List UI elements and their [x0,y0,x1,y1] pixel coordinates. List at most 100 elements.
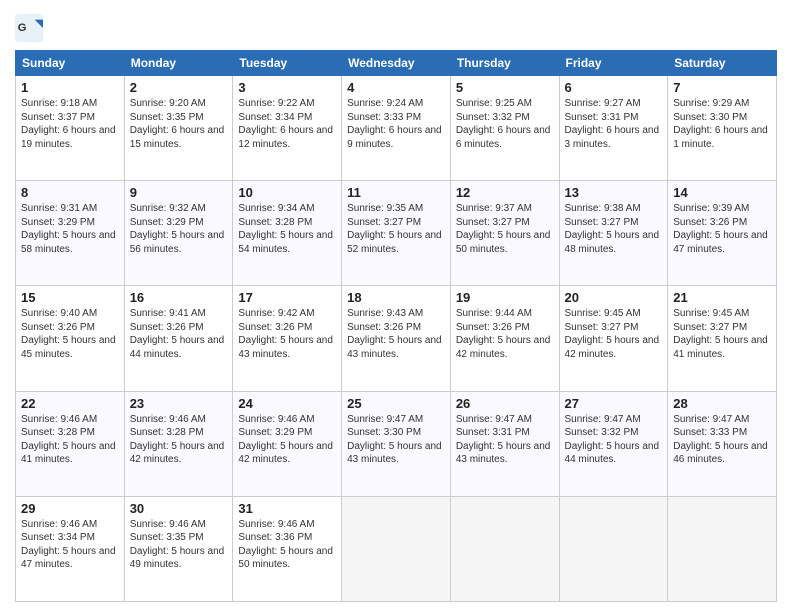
day-info: Sunrise: 9:46 AMSunset: 3:35 PMDaylight:… [130,519,225,571]
calendar-cell: 11 Sunrise: 9:35 AMSunset: 3:27 PMDaylig… [342,181,451,286]
day-info: Sunrise: 9:46 AMSunset: 3:28 PMDaylight:… [130,414,225,466]
day-number: 7 [673,80,771,95]
day-info: Sunrise: 9:25 AMSunset: 3:32 PMDaylight:… [456,98,551,150]
day-info: Sunrise: 9:46 AMSunset: 3:29 PMDaylight:… [238,414,333,466]
day-number: 2 [130,80,228,95]
day-info: Sunrise: 9:22 AMSunset: 3:34 PMDaylight:… [238,98,333,150]
calendar-week-4: 22 Sunrise: 9:46 AMSunset: 3:28 PMDaylig… [16,391,777,496]
svg-text:G: G [18,22,27,34]
calendar-week-3: 15 Sunrise: 9:40 AMSunset: 3:26 PMDaylig… [16,286,777,391]
calendar-cell: 12 Sunrise: 9:37 AMSunset: 3:27 PMDaylig… [450,181,559,286]
day-number: 15 [21,290,119,305]
col-header-wednesday: Wednesday [342,51,451,76]
calendar-cell: 25 Sunrise: 9:47 AMSunset: 3:30 PMDaylig… [342,391,451,496]
calendar-cell: 27 Sunrise: 9:47 AMSunset: 3:32 PMDaylig… [559,391,668,496]
calendar-cell: 26 Sunrise: 9:47 AMSunset: 3:31 PMDaylig… [450,391,559,496]
day-number: 28 [673,396,771,411]
day-info: Sunrise: 9:27 AMSunset: 3:31 PMDaylight:… [565,98,660,150]
calendar-cell: 4 Sunrise: 9:24 AMSunset: 3:33 PMDayligh… [342,76,451,181]
day-info: Sunrise: 9:38 AMSunset: 3:27 PMDaylight:… [565,203,660,255]
calendar-cell: 7 Sunrise: 9:29 AMSunset: 3:30 PMDayligh… [668,76,777,181]
day-number: 3 [238,80,336,95]
day-info: Sunrise: 9:47 AMSunset: 3:32 PMDaylight:… [565,414,660,466]
day-info: Sunrise: 9:37 AMSunset: 3:27 PMDaylight:… [456,203,551,255]
calendar-cell: 29 Sunrise: 9:46 AMSunset: 3:34 PMDaylig… [16,496,125,601]
day-number: 14 [673,185,771,200]
day-info: Sunrise: 9:44 AMSunset: 3:26 PMDaylight:… [456,308,551,360]
calendar-cell: 31 Sunrise: 9:46 AMSunset: 3:36 PMDaylig… [233,496,342,601]
day-number: 5 [456,80,554,95]
day-info: Sunrise: 9:47 AMSunset: 3:31 PMDaylight:… [456,414,551,466]
calendar-cell: 18 Sunrise: 9:43 AMSunset: 3:26 PMDaylig… [342,286,451,391]
calendar-cell: 6 Sunrise: 9:27 AMSunset: 3:31 PMDayligh… [559,76,668,181]
day-number: 27 [565,396,663,411]
day-info: Sunrise: 9:39 AMSunset: 3:26 PMDaylight:… [673,203,768,255]
calendar-cell: 14 Sunrise: 9:39 AMSunset: 3:26 PMDaylig… [668,181,777,286]
day-info: Sunrise: 9:45 AMSunset: 3:27 PMDaylight:… [565,308,660,360]
calendar-cell: 30 Sunrise: 9:46 AMSunset: 3:35 PMDaylig… [124,496,233,601]
calendar-cell: 28 Sunrise: 9:47 AMSunset: 3:33 PMDaylig… [668,391,777,496]
calendar-cell: 24 Sunrise: 9:46 AMSunset: 3:29 PMDaylig… [233,391,342,496]
col-header-friday: Friday [559,51,668,76]
day-info: Sunrise: 9:32 AMSunset: 3:29 PMDaylight:… [130,203,225,255]
day-number: 30 [130,501,228,516]
calendar-cell [668,496,777,601]
day-info: Sunrise: 9:20 AMSunset: 3:35 PMDaylight:… [130,98,225,150]
calendar-cell: 13 Sunrise: 9:38 AMSunset: 3:27 PMDaylig… [559,181,668,286]
day-info: Sunrise: 9:42 AMSunset: 3:26 PMDaylight:… [238,308,333,360]
calendar-cell: 19 Sunrise: 9:44 AMSunset: 3:26 PMDaylig… [450,286,559,391]
col-header-monday: Monday [124,51,233,76]
day-info: Sunrise: 9:46 AMSunset: 3:36 PMDaylight:… [238,519,333,571]
calendar-cell: 23 Sunrise: 9:46 AMSunset: 3:28 PMDaylig… [124,391,233,496]
day-info: Sunrise: 9:46 AMSunset: 3:34 PMDaylight:… [21,519,116,571]
calendar-table: SundayMondayTuesdayWednesdayThursdayFrid… [15,50,777,602]
calendar-cell: 9 Sunrise: 9:32 AMSunset: 3:29 PMDayligh… [124,181,233,286]
day-number: 17 [238,290,336,305]
calendar-cell [342,496,451,601]
day-number: 12 [456,185,554,200]
calendar-cell: 3 Sunrise: 9:22 AMSunset: 3:34 PMDayligh… [233,76,342,181]
day-number: 22 [21,396,119,411]
col-header-thursday: Thursday [450,51,559,76]
calendar-cell [559,496,668,601]
calendar-cell: 21 Sunrise: 9:45 AMSunset: 3:27 PMDaylig… [668,286,777,391]
day-number: 8 [21,185,119,200]
calendar-cell: 15 Sunrise: 9:40 AMSunset: 3:26 PMDaylig… [16,286,125,391]
day-number: 18 [347,290,445,305]
day-number: 29 [21,501,119,516]
col-header-tuesday: Tuesday [233,51,342,76]
calendar-week-1: 1 Sunrise: 9:18 AMSunset: 3:37 PMDayligh… [16,76,777,181]
day-number: 16 [130,290,228,305]
col-header-sunday: Sunday [16,51,125,76]
calendar-cell: 1 Sunrise: 9:18 AMSunset: 3:37 PMDayligh… [16,76,125,181]
day-info: Sunrise: 9:18 AMSunset: 3:37 PMDaylight:… [21,98,116,150]
calendar-cell: 10 Sunrise: 9:34 AMSunset: 3:28 PMDaylig… [233,181,342,286]
day-info: Sunrise: 9:24 AMSunset: 3:33 PMDaylight:… [347,98,442,150]
day-info: Sunrise: 9:43 AMSunset: 3:26 PMDaylight:… [347,308,442,360]
day-number: 1 [21,80,119,95]
day-number: 26 [456,396,554,411]
calendar-cell: 5 Sunrise: 9:25 AMSunset: 3:32 PMDayligh… [450,76,559,181]
day-number: 21 [673,290,771,305]
day-info: Sunrise: 9:45 AMSunset: 3:27 PMDaylight:… [673,308,768,360]
day-number: 24 [238,396,336,411]
day-number: 9 [130,185,228,200]
calendar-cell [450,496,559,601]
calendar-cell: 8 Sunrise: 9:31 AMSunset: 3:29 PMDayligh… [16,181,125,286]
logo-icon: G [15,14,43,42]
day-info: Sunrise: 9:34 AMSunset: 3:28 PMDaylight:… [238,203,333,255]
header: G [15,10,777,42]
page: G SundayMondayTuesdayWednesdayThursdayFr… [0,0,792,612]
day-number: 6 [565,80,663,95]
calendar-cell: 22 Sunrise: 9:46 AMSunset: 3:28 PMDaylig… [16,391,125,496]
calendar-cell: 16 Sunrise: 9:41 AMSunset: 3:26 PMDaylig… [124,286,233,391]
day-number: 31 [238,501,336,516]
logo: G [15,14,47,42]
col-header-saturday: Saturday [668,51,777,76]
calendar-week-5: 29 Sunrise: 9:46 AMSunset: 3:34 PMDaylig… [16,496,777,601]
calendar-cell: 17 Sunrise: 9:42 AMSunset: 3:26 PMDaylig… [233,286,342,391]
day-info: Sunrise: 9:46 AMSunset: 3:28 PMDaylight:… [21,414,116,466]
day-number: 19 [456,290,554,305]
day-info: Sunrise: 9:47 AMSunset: 3:33 PMDaylight:… [673,414,768,466]
day-number: 13 [565,185,663,200]
